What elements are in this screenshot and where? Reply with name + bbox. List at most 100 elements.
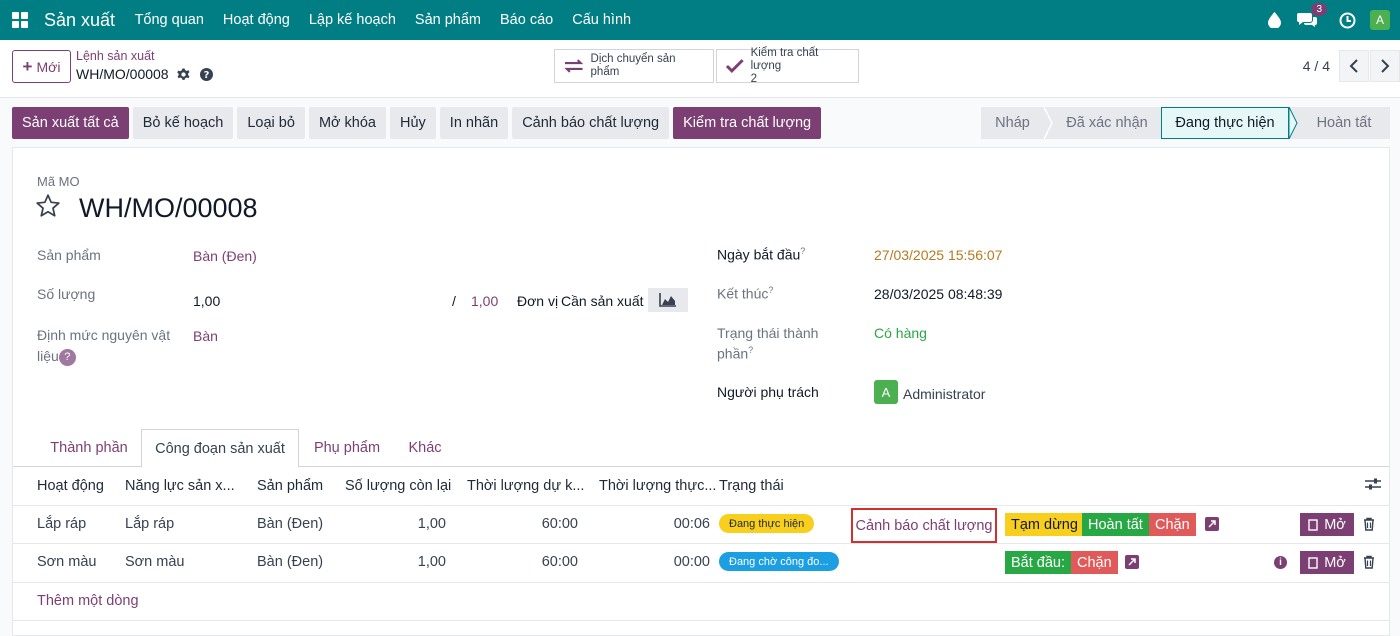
smart-quality-label: Kiểm tra chất lượng	[750, 46, 819, 72]
external-link-icon[interactable]	[1125, 555, 1139, 569]
svg-text:?: ?	[203, 70, 209, 81]
open-button[interactable]: Mở	[1300, 551, 1354, 574]
menu-planning[interactable]: Lập kế hoạch	[299, 12, 405, 28]
chevron-right-icon	[1381, 59, 1390, 73]
open-button[interactable]: Mở	[1300, 513, 1354, 536]
exchange-icon	[564, 59, 584, 73]
column-workcenter[interactable]: Năng lực sản x...	[125, 478, 235, 494]
row1-qty-remaining: 1,00	[417, 516, 446, 532]
responsible-field[interactable]: Administrator	[903, 386, 985, 402]
stage-confirmed[interactable]: Đã xác nhận	[1053, 107, 1161, 139]
smart-quality-count: 2	[750, 72, 757, 85]
column-status[interactable]: Trạng thái	[719, 478, 784, 494]
row2-expected-duration: 60:00	[541, 554, 578, 570]
menu-overview[interactable]: Tổng quan	[125, 12, 213, 28]
column-product[interactable]: Sản phẩm	[257, 478, 323, 494]
open-button-label: Mở	[1324, 554, 1346, 571]
gear-icon[interactable]	[176, 68, 190, 81]
end-date-field[interactable]: 28/03/2025 08:48:39	[874, 286, 1002, 302]
breadcrumb-parent[interactable]: Lệnh sản xuất	[76, 49, 155, 63]
chat-icon[interactable]: 3	[1297, 3, 1327, 28]
product-field[interactable]: Bàn (Đen)	[193, 248, 257, 264]
status-bar: Nháp Đã xác nhận Đang thực hiện Hoàn tất	[981, 107, 1390, 139]
app-brand[interactable]: Sản xuất	[44, 10, 115, 31]
start-button[interactable]: Bắt đầu:	[1005, 551, 1072, 574]
row1-real-duration: 00:06	[673, 516, 710, 532]
breadcrumb-current-label: WH/MO/00008	[76, 66, 169, 82]
column-qty-remaining[interactable]: Số lượng còn lại	[345, 478, 451, 494]
tab-components[interactable]: Thành phần	[37, 429, 141, 467]
tab-work-orders[interactable]: Công đoạn sản xuất	[141, 429, 299, 468]
trash-icon[interactable]	[1363, 517, 1375, 534]
drop-icon[interactable]	[1268, 12, 1281, 28]
quantity-separator: /	[452, 293, 456, 309]
new-button[interactable]: + Mới	[12, 50, 71, 83]
column-operation[interactable]: Hoạt động	[37, 478, 104, 494]
clock-icon[interactable]	[1339, 12, 1356, 29]
question-icon[interactable]: ?	[58, 348, 76, 366]
forecast-chart-button[interactable]	[648, 288, 688, 312]
notebook-tabs: Thành phần Công đoạn sản xuất Phụ phẩm K…	[13, 429, 1389, 468]
apps-menu-icon[interactable]	[2, 0, 38, 40]
menu-operations[interactable]: Hoạt động	[213, 12, 299, 28]
help-icon[interactable]: ?	[199, 67, 213, 81]
cancel-button[interactable]: Hủy	[390, 107, 436, 139]
pager-value[interactable]: 4 / 4	[1303, 58, 1330, 74]
stage-separator	[1044, 107, 1053, 139]
area-chart-icon	[659, 293, 676, 307]
action-buttons: Sản xuất tất cả Bỏ kế hoạch Loại bỏ Mở k…	[12, 107, 825, 139]
stage-done[interactable]: Hoàn tất	[1298, 107, 1390, 139]
menu-reporting[interactable]: Báo cáo	[491, 12, 563, 28]
unplan-button[interactable]: Bỏ kế hoạch	[132, 107, 234, 139]
produce-all-button[interactable]: Sản xuất tất cả	[12, 107, 129, 139]
mo-label: Mã MO	[37, 174, 80, 189]
tab-by-products[interactable]: Phụ phẩm	[303, 429, 391, 467]
chevron-left-icon	[1349, 59, 1358, 73]
tab-miscellaneous[interactable]: Khác	[395, 429, 455, 467]
bom-field[interactable]: Bàn	[193, 328, 218, 344]
smart-quality-text: Kiểm tra chất lượng 2	[751, 47, 850, 86]
uom-field[interactable]: Cần sản xuất	[561, 293, 644, 309]
navbar-systray: 3 A	[1260, 0, 1400, 40]
done-button[interactable]: Hoàn tất	[1082, 513, 1149, 536]
stage-in-progress[interactable]: Đang thực hiện	[1161, 107, 1289, 139]
quality-alert-link[interactable]: Cảnh báo chất lượng	[851, 508, 997, 543]
trash-icon[interactable]	[1363, 555, 1375, 572]
block-button[interactable]: Chặn	[1071, 551, 1118, 574]
unlock-button[interactable]: Mở khóa	[308, 107, 386, 139]
pause-button[interactable]: Tạm dừng	[1005, 513, 1084, 536]
quantity-field[interactable]: 1,00	[193, 293, 220, 309]
header-divider	[13, 505, 1389, 506]
quality-check-button[interactable]: Kiểm tra chất lượng	[673, 107, 822, 139]
user-avatar[interactable]: A	[1370, 10, 1390, 30]
column-expected-duration[interactable]: Thời lượng dự k...	[467, 478, 584, 494]
smart-button-product-moves[interactable]: Dịch chuyển sản phẩm	[554, 49, 714, 83]
external-link-icon[interactable]	[1205, 517, 1219, 531]
component-status-label-text: phần	[717, 345, 749, 362]
smart-button-quality-checks[interactable]: Kiểm tra chất lượng 2	[716, 47, 859, 86]
pager-previous-button[interactable]	[1339, 50, 1369, 82]
star-icon[interactable]	[35, 193, 61, 222]
end-date-label-text: Kết thúc	[717, 285, 769, 302]
end-date-tooltip: ?	[768, 285, 774, 295]
stage-draft[interactable]: Nháp	[981, 107, 1044, 139]
add-line-link[interactable]: Thêm một dòng	[37, 593, 139, 609]
quality-alert-button[interactable]: Cảnh báo chất lượng	[512, 107, 670, 139]
row1-operation: Lắp ráp	[37, 516, 87, 532]
main-menu: Tổng quan Hoạt động Lập kế hoạch Sản phẩ…	[125, 12, 641, 28]
start-date-label-text: Ngày bắt đầu	[717, 246, 801, 263]
optional-columns-icon[interactable]	[1365, 477, 1381, 494]
info-icon[interactable]: i	[1274, 556, 1287, 569]
scrap-button[interactable]: Loại bỏ	[237, 107, 305, 139]
quantity-total[interactable]: 1,00	[471, 293, 498, 309]
column-real-duration[interactable]: Thời lượng thực...	[599, 478, 716, 494]
control-panel: + Mới Lệnh sản xuất WH/MO/00008 ? Dịch ch…	[0, 40, 1400, 98]
menu-products[interactable]: Sản phẩm	[405, 12, 490, 28]
pager-next-button[interactable]	[1370, 50, 1400, 82]
start-date-field[interactable]: 27/03/2025 15:56:07	[874, 247, 1002, 263]
print-labels-button[interactable]: In nhãn	[439, 107, 509, 139]
block-button[interactable]: Chặn	[1149, 513, 1196, 536]
uom-label: Đơn vị	[517, 293, 559, 309]
menu-configuration[interactable]: Cấu hình	[563, 12, 641, 28]
row1-product: Bàn (Đen)	[257, 516, 324, 532]
